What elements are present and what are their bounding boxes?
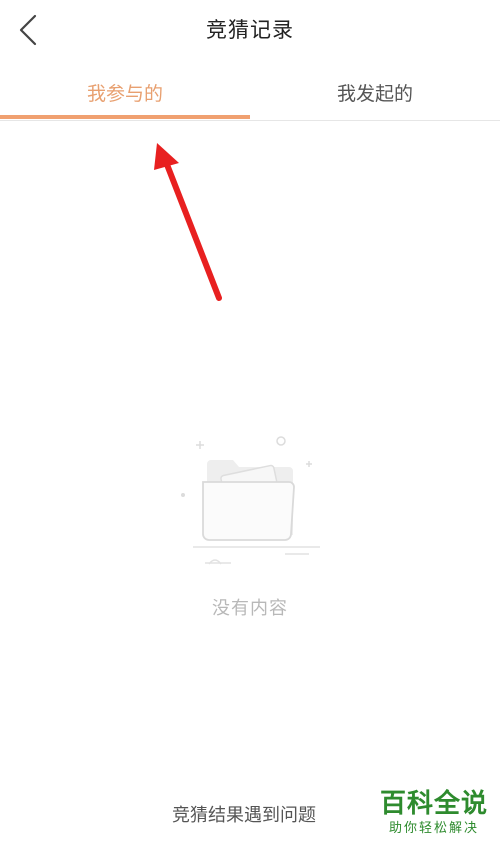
guess-result-problem-link[interactable]: 竞猜结果遇到问题: [172, 801, 316, 827]
empty-state-text: 没有内容: [212, 598, 288, 619]
empty-folder-icon: [181, 436, 320, 565]
watermark-title: 百科全说: [379, 789, 488, 819]
annotation-arrow: [154, 143, 222, 301]
watermark-subtitle: 助你轻松解决: [388, 821, 479, 836]
watermark-logo: 百科全说 助你轻松解决: [374, 788, 494, 838]
